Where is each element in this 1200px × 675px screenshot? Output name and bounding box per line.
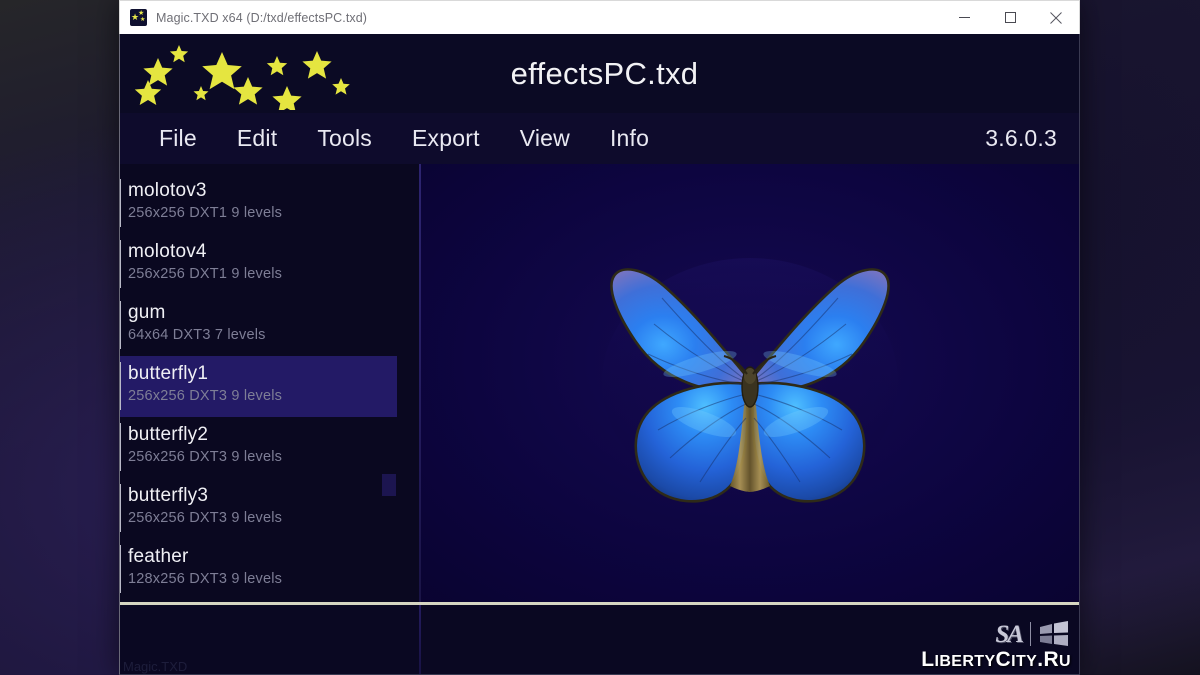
wm-part: L	[921, 648, 935, 671]
close-button[interactable]	[1033, 1, 1079, 34]
watermark: SA LIBERTYCITY.RU	[921, 619, 1071, 670]
texture-name: molotov3	[128, 180, 207, 201]
list-scrollbar-track[interactable]	[382, 164, 396, 602]
item-edge-marker	[120, 179, 121, 227]
maximize-icon	[1004, 12, 1016, 23]
texture-meta: 256x256 DXT3 9 levels	[128, 510, 283, 526]
list-item-selected[interactable]: butterfly1 256x256 DXT3 9 levels	[120, 356, 397, 417]
texture-name: butterfly1	[128, 363, 209, 384]
item-edge-marker	[120, 423, 121, 471]
menu-item-tools[interactable]: Tools	[297, 127, 392, 150]
maximize-button[interactable]	[987, 1, 1033, 34]
status-text: Magic.TXD	[123, 659, 188, 674]
item-edge-marker	[120, 240, 121, 288]
menu-item-export[interactable]: Export	[392, 127, 500, 150]
wm-part: .R	[1037, 648, 1060, 671]
texture-meta: 64x64 DXT3 7 levels	[128, 327, 266, 343]
watermark-logos: SA	[995, 619, 1071, 649]
texture-meta: 256x256 DXT1 9 levels	[128, 205, 283, 221]
menu-item-info[interactable]: Info	[590, 127, 669, 150]
butterfly-head	[744, 368, 756, 384]
title-bar[interactable]: ★ ★ ★ Magic.TXD x64 (D:/txd/effectsPC.tx…	[119, 0, 1080, 34]
wm-part: U	[1059, 653, 1071, 670]
blue-morpho-butterfly-texture	[600, 254, 900, 512]
menu-item-view[interactable]: View	[500, 127, 590, 150]
list-item[interactable]: feather 128x256 DXT3 9 levels	[120, 539, 419, 600]
wm-part: ITY	[1011, 653, 1038, 670]
page-title: effectsPC.txd	[510, 55, 699, 91]
close-icon	[1050, 11, 1062, 24]
window-title: Magic.TXD x64 (D:/txd/effectsPC.txd)	[156, 10, 368, 25]
status-bar: Magic.TXD SA LIBERTYCITY.RU	[119, 605, 1080, 675]
list-item[interactable]: molotov4 256x256 DXT1 9 levels	[120, 234, 419, 295]
item-edge-marker	[120, 484, 121, 532]
window-controls	[941, 1, 1079, 34]
item-edge-marker	[120, 301, 121, 349]
star-glyph: ★	[140, 17, 146, 23]
texture-meta: 128x256 DXT3 9 levels	[128, 571, 283, 587]
texture-name: molotov4	[128, 241, 207, 262]
list-item[interactable]: butterfly3 256x256 DXT3 9 levels	[120, 478, 419, 539]
texture-name: feather	[128, 546, 189, 567]
menu-item-file[interactable]: File	[139, 127, 217, 150]
texture-name: butterfly3	[128, 485, 209, 506]
texture-name: butterfly2	[128, 424, 209, 445]
application-window: ★ ★ ★ Magic.TXD x64 (D:/txd/effectsPC.tx…	[119, 0, 1080, 675]
status-divider	[419, 605, 421, 674]
wm-part: C	[995, 648, 1012, 671]
texture-meta: 256x256 DXT3 9 levels	[128, 388, 283, 404]
main-content: molotov3 256x256 DXT1 9 levels molotov4 …	[119, 164, 1080, 602]
item-edge-marker	[120, 545, 121, 593]
item-edge-marker	[120, 362, 121, 410]
texture-name: gum	[128, 302, 166, 323]
texture-meta: 256x256 DXT1 9 levels	[128, 266, 283, 282]
list-scrollbar-thumb[interactable]	[382, 474, 396, 496]
menu-bar: File Edit Tools Export View Info 3.6.0.3	[119, 113, 1080, 164]
header-band: effectsPC.txd	[119, 34, 1080, 113]
watermark-site-label: LIBERTYCITY.RU	[921, 649, 1071, 670]
list-item[interactable]: molotov3 256x256 DXT1 9 levels	[120, 173, 419, 234]
texture-viewer[interactable]	[421, 164, 1079, 602]
list-item[interactable]: gum 64x64 DXT3 7 levels	[120, 295, 419, 356]
version-label: 3.6.0.3	[985, 125, 1057, 151]
list-item[interactable]: butterfly2 256x256 DXT3 9 levels	[120, 417, 419, 478]
minimize-button[interactable]	[941, 1, 987, 34]
butterfly-image	[602, 258, 898, 506]
stars-app-icon: ★ ★ ★	[130, 9, 147, 26]
sa-logo: SA	[995, 620, 1024, 648]
menu-item-edit[interactable]: Edit	[217, 127, 297, 150]
star-glyph: ★	[138, 10, 145, 17]
texture-list[interactable]: molotov3 256x256 DXT1 9 levels molotov4 …	[120, 164, 419, 602]
minimize-icon	[958, 17, 970, 18]
windows-flag-icon	[1040, 621, 1068, 646]
watermark-divider	[1030, 622, 1031, 646]
wm-part: IBERTY	[934, 653, 996, 670]
texture-meta: 256x256 DXT3 9 levels	[128, 449, 283, 465]
